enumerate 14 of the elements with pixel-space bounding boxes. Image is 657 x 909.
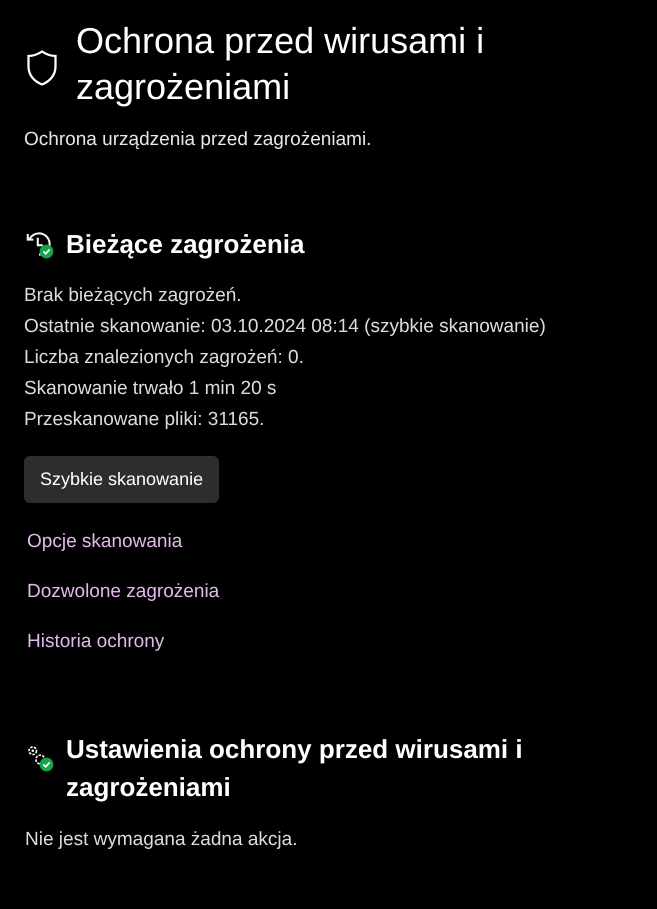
status-text: Ostatnie skanowanie: 03.10.2024 08:14 (szybkie skanowanie) — [24, 314, 547, 338]
status-text: Liczba znalezionych zagrożeń: 0. — [24, 346, 305, 370]
settings-link[interactable]: Opcje skanowania — [27, 528, 182, 556]
quick-scan-button[interactable]: Szybkie skanowanie — [24, 456, 220, 502]
settings-link[interactable]: Historia ochrony — [27, 628, 164, 656]
page-title: Ochrona przed wirusami i zagrożeniami — [76, 19, 486, 109]
page-description: Ochrona urządzenia przed zagrożeniami. — [24, 128, 372, 152]
section-heading: Bieżące zagrożenia — [66, 228, 304, 260]
settings-link[interactable]: Dozwolone zagrożenia — [27, 578, 220, 606]
section-heading: Ustawienia ochrony przed wirusami i zagrożeniami — [66, 732, 524, 804]
status-text: Brak bieżących zagrożeń. — [24, 284, 243, 308]
status-text: Skanowanie trwało 1 min 20 s — [24, 376, 278, 400]
status-text: Nie jest wymagana żadna akcja. — [24, 828, 298, 852]
status-text: Przeskanowane pliki: 31165. — [24, 408, 266, 432]
